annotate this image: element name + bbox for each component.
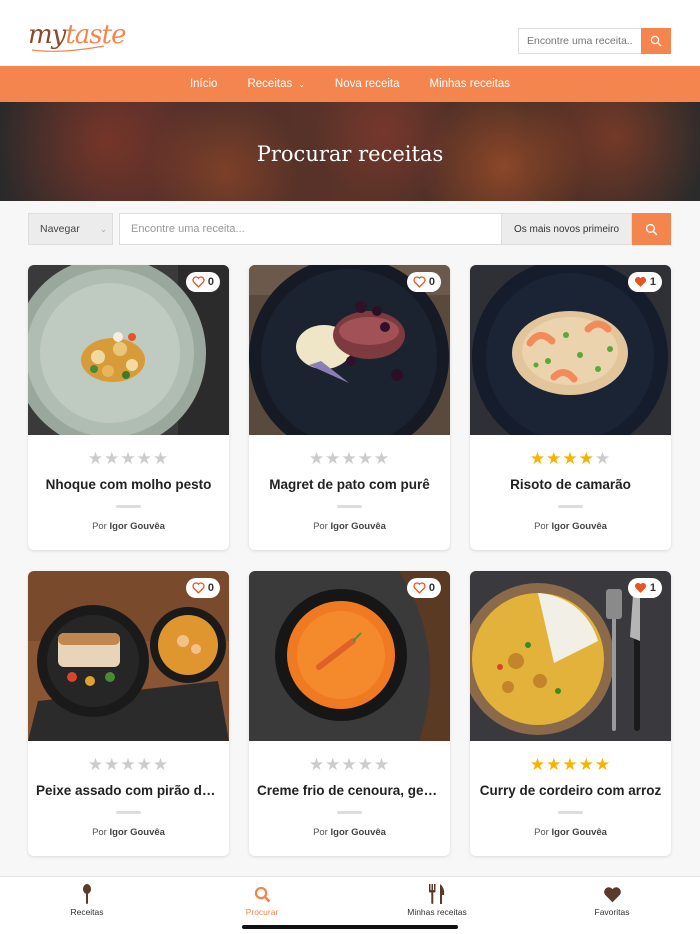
star-rating[interactable]: ★★★★★	[470, 449, 671, 469]
heart-filled-icon	[634, 277, 646, 287]
nav-item-nova-receita[interactable]: Nova receita	[335, 78, 400, 90]
heart-outline-icon	[413, 582, 426, 594]
tab-label: Favoritas	[594, 907, 630, 917]
divider	[337, 505, 362, 508]
nav-label: Nova receita	[334, 78, 400, 90]
author-prefix: Por	[92, 521, 107, 532]
recipe-card[interactable]: 0 ★★★★★ Nhoque com molho pesto Por Igor …	[28, 265, 229, 550]
favorite-button[interactable]: 0	[406, 578, 441, 598]
recipe-title[interactable]: Magret de pato com purê	[257, 477, 442, 492]
search-icon	[254, 886, 270, 902]
tab-minhas-receitas[interactable]: Minhas receitas	[377, 883, 497, 917]
heart-icon	[603, 886, 621, 902]
author-name[interactable]: Igor Gouvêa	[331, 521, 386, 532]
recipe-author: Por Igor Gouvêa	[249, 827, 450, 838]
favorite-count: 0	[428, 582, 435, 594]
nav-label: Minhas receitas	[429, 78, 511, 90]
author-name[interactable]: Igor Gouvêa	[110, 521, 165, 532]
recipe-card[interactable]: 1 ★★★★★ Risoto de camarão Por Igor Gouvê…	[470, 265, 671, 550]
nav-label: Receitas	[247, 78, 293, 90]
heart-filled-icon	[634, 583, 646, 593]
heart-outline-icon	[413, 276, 426, 288]
favorite-count: 0	[428, 276, 435, 288]
author-name[interactable]: Igor Gouvêa	[110, 827, 165, 838]
favorite-count: 0	[207, 582, 214, 594]
star-rating[interactable]: ★★★★★	[470, 755, 671, 775]
divider	[337, 811, 362, 814]
author-name[interactable]: Igor Gouvêa	[552, 521, 607, 532]
header-search	[518, 28, 671, 54]
page-banner: Procurar receitas	[0, 102, 700, 201]
nav-item-receitas[interactable]: Receitas ⌄	[247, 78, 304, 90]
search-icon	[650, 35, 662, 47]
recipe-card[interactable]: 1 ★★★★★ Curry de cordeiro com arroz Por …	[470, 571, 671, 856]
main-nav: Início Receitas ⌄ Nova receita Minhas rec…	[0, 66, 700, 102]
browse-dropdown[interactable]: Navegar ⌄	[28, 213, 113, 245]
chevron-down-icon: ⌄	[99, 223, 108, 234]
tab-label: Procurar	[245, 907, 279, 917]
tab-label: Receitas	[70, 907, 104, 917]
header-search-button[interactable]	[641, 28, 671, 54]
filter-bar: Navegar ⌄ Encontre uma receita... Os mai…	[28, 213, 671, 245]
author-prefix: Por	[313, 521, 328, 532]
heart-outline-icon	[192, 276, 205, 288]
recipe-author: Por Igor Gouvêa	[28, 827, 229, 838]
page-title: Procurar receitas	[256, 142, 444, 166]
favorite-button[interactable]: 1	[627, 578, 662, 598]
star-rating[interactable]: ★★★★★	[249, 755, 450, 775]
tab-label: Minhas receitas	[407, 907, 467, 917]
heart-outline-icon	[192, 582, 205, 594]
author-prefix: Por	[534, 521, 549, 532]
recipe-title[interactable]: Nhoque com molho pesto	[36, 477, 221, 492]
sort-select[interactable]: Os mais novos primeiro	[502, 213, 632, 245]
favorite-button[interactable]: 0	[185, 272, 220, 292]
recipe-card[interactable]: 0 ★★★★★ Peixe assado com pirão de camarã…	[28, 571, 229, 856]
tab-procurar[interactable]: Procurar	[202, 883, 322, 917]
star-rating[interactable]: ★★★★★	[249, 449, 450, 469]
nav-item-inicio[interactable]: Início	[190, 78, 218, 90]
author-prefix: Por	[534, 827, 549, 838]
app-header: mytaste	[0, 0, 700, 66]
recipe-search-button[interactable]	[632, 213, 671, 245]
home-indicator[interactable]	[242, 925, 458, 929]
divider	[558, 505, 583, 508]
star-rating[interactable]: ★★★★★	[28, 449, 229, 469]
author-name[interactable]: Igor Gouvêa	[331, 827, 386, 838]
divider	[116, 505, 141, 508]
recipe-author: Por Igor Gouvêa	[470, 827, 671, 838]
logo-swash-icon	[31, 45, 105, 52]
recipe-author: Por Igor Gouvêa	[470, 521, 671, 532]
recipe-title[interactable]: Peixe assado com pirão de camarão	[36, 783, 221, 798]
divider	[558, 811, 583, 814]
recipe-title[interactable]: Creme frio de cenoura, gengibre e laranj…	[257, 783, 442, 798]
author-prefix: Por	[313, 827, 328, 838]
chevron-down-icon: ⌄	[298, 79, 305, 89]
recipe-author: Por Igor Gouvêa	[28, 521, 229, 532]
header-search-input[interactable]	[518, 28, 641, 54]
favorite-button[interactable]: 0	[406, 272, 441, 292]
author-name[interactable]: Igor Gouvêa	[552, 827, 607, 838]
fork-knife-icon	[429, 884, 445, 904]
nav-item-minhas-receitas[interactable]: Minhas receitas	[429, 78, 510, 90]
divider	[116, 811, 141, 814]
star-rating[interactable]: ★★★★★	[28, 755, 229, 775]
favorite-count: 0	[207, 276, 214, 288]
favorite-button[interactable]: 0	[185, 578, 220, 598]
recipe-card[interactable]: 0 ★★★★★ Magret de pato com purê Por Igor…	[249, 265, 450, 550]
nav-label: Início	[189, 78, 218, 90]
recipe-title[interactable]: Risoto de camarão	[478, 477, 663, 492]
tab-receitas[interactable]: Receitas	[27, 883, 147, 917]
author-prefix: Por	[92, 827, 107, 838]
recipe-title[interactable]: Curry de cordeiro com arroz	[478, 783, 663, 798]
spoon-icon	[83, 884, 91, 904]
recipe-card[interactable]: 0 ★★★★★ Creme frio de cenoura, gengibre …	[249, 571, 450, 856]
browse-label: Navegar	[40, 223, 80, 235]
favorite-count: 1	[649, 582, 656, 594]
recipe-author: Por Igor Gouvêa	[249, 521, 450, 532]
search-icon	[645, 223, 658, 235]
recipe-search-input[interactable]: Encontre uma receita...	[119, 213, 502, 245]
favorite-button[interactable]: 1	[627, 272, 662, 292]
favorite-count: 1	[649, 276, 656, 288]
tab-favoritas[interactable]: Favoritas	[552, 883, 672, 917]
